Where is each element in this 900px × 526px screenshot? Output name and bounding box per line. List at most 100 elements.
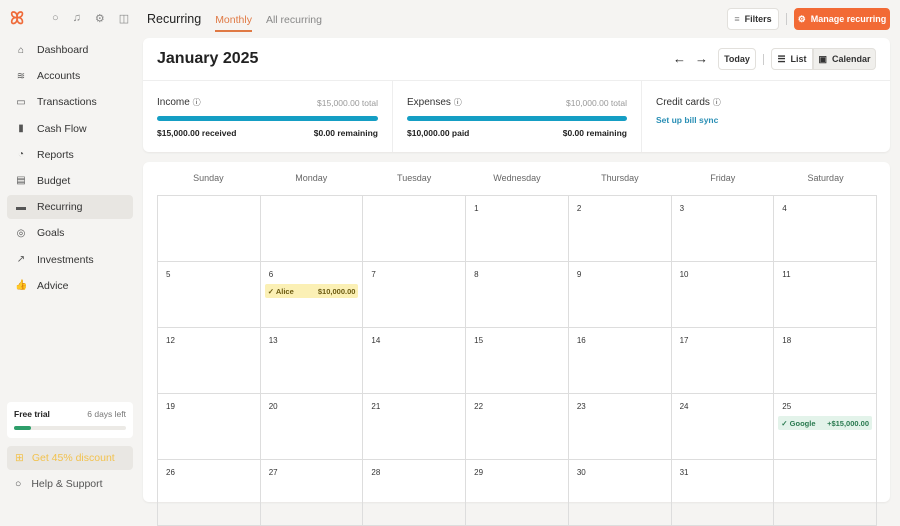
list-view-button[interactable]: ☰ List xyxy=(771,48,813,70)
sidebar-item-reports[interactable]: ◔ Reports xyxy=(7,143,133,167)
day-cell[interactable] xyxy=(774,460,877,526)
info-icon[interactable]: ⓘ xyxy=(193,98,201,107)
day-number: 9 xyxy=(576,270,582,279)
bell-icon[interactable]: ♫ xyxy=(73,12,81,25)
day-cell[interactable]: 13 xyxy=(260,328,364,394)
income-progress xyxy=(157,116,378,121)
day-number: 20 xyxy=(268,402,278,411)
card-icon: ▭ xyxy=(16,96,26,108)
sidebar-item-transactions[interactable]: ▭ Transactions xyxy=(7,90,133,114)
check-icon: ✓ xyxy=(781,418,788,428)
sidebar-item-budget[interactable]: ▤ Budget xyxy=(7,169,133,193)
day-cell[interactable]: 14 xyxy=(363,328,467,394)
target-icon: ◎ xyxy=(16,227,26,239)
day-cell[interactable]: 26 xyxy=(158,460,261,526)
income-total: $15,000.00 total xyxy=(317,97,378,108)
trial-days: 6 days left xyxy=(87,409,126,419)
day-cell[interactable]: 31 xyxy=(671,460,775,526)
home-icon: ⌂ xyxy=(17,44,25,56)
day-cell[interactable]: 16 xyxy=(568,328,672,394)
weekday-header: Friday xyxy=(710,173,736,183)
day-cell[interactable]: 15 xyxy=(466,328,569,394)
day-cell[interactable]: 11 xyxy=(774,262,877,328)
day-cell[interactable]: 18 xyxy=(774,328,877,394)
expenses-remaining: $0.00 remaining xyxy=(562,128,627,138)
search-icon[interactable]: ○ xyxy=(52,12,59,25)
bar-chart-icon: ▮ xyxy=(18,123,24,135)
day-cell[interactable] xyxy=(260,196,364,262)
day-cell[interactable]: 20 xyxy=(260,394,364,460)
sidebar-item-investments[interactable]: ↗ Investments xyxy=(7,248,133,272)
day-cell[interactable]: 23 xyxy=(568,394,672,460)
day-cell[interactable]: 1 xyxy=(466,196,569,262)
weekday-header: Wednesday xyxy=(493,173,541,183)
day-cell[interactable]: 21 xyxy=(363,394,467,460)
day-cell[interactable]: 24 xyxy=(671,394,775,460)
day-number: 10 xyxy=(679,270,689,279)
tab-all-recurring[interactable]: All recurring xyxy=(266,14,322,30)
check-icon: ✓ xyxy=(267,286,274,296)
day-cell[interactable]: 28 xyxy=(363,460,467,526)
day-number: 13 xyxy=(268,336,278,345)
pie-chart-icon: ◔ xyxy=(17,149,25,161)
day-cell[interactable]: 2 xyxy=(568,196,672,262)
day-cell[interactable]: 17 xyxy=(671,328,775,394)
day-cell[interactable]: 5 xyxy=(158,262,261,328)
day-cell[interactable]: 19 xyxy=(158,394,261,460)
calendar-grid: 1 2 3 4 5 6 ✓ Alice $10,000.00 7 8 9 10 11 12 13 14 15 16… xyxy=(157,195,877,526)
prev-month-arrow-icon[interactable]: ← xyxy=(673,51,686,66)
expenses-progress xyxy=(407,116,627,121)
filter-icon: ≡ xyxy=(734,14,740,24)
day-number: 19 xyxy=(166,402,175,411)
weekday-header: Sunday xyxy=(193,173,224,183)
day-number: 6 xyxy=(268,270,274,279)
free-trial-card[interactable]: Free trial 6 days left xyxy=(7,402,133,438)
next-month-arrow-icon[interactable]: → xyxy=(695,51,708,66)
help-support[interactable]: ○ Help & Support xyxy=(15,478,103,490)
day-cell[interactable]: 29 xyxy=(466,460,569,526)
sidebar-item-advice[interactable]: 👍 Advice xyxy=(7,274,133,298)
day-number: 21 xyxy=(371,402,381,411)
day-cell[interactable]: 10 xyxy=(671,262,775,328)
tab-monthly[interactable]: Monthly xyxy=(215,14,252,32)
bill-sync-link[interactable]: Set up bill sync xyxy=(656,115,876,125)
sidebar-item-dashboard[interactable]: ⌂ Dashboard xyxy=(7,38,133,62)
day-number: 23 xyxy=(576,402,586,411)
day-cell[interactable] xyxy=(363,196,467,262)
day-cell[interactable]: 3 xyxy=(671,196,775,262)
day-number: 31 xyxy=(679,468,689,477)
recurring-event[interactable]: ✓ Alice $10,000.00 xyxy=(264,284,359,298)
today-button[interactable]: Today xyxy=(718,48,756,70)
logo-icon[interactable]: ꕤ xyxy=(10,10,28,28)
filters-button[interactable]: ≡ Filters xyxy=(727,8,779,30)
day-cell[interactable]: 12 xyxy=(158,328,261,394)
day-number: 25 xyxy=(782,402,792,411)
day-cell[interactable]: 6 ✓ Alice $10,000.00 xyxy=(260,262,364,328)
day-cell[interactable]: 22 xyxy=(466,394,569,460)
info-icon[interactable]: ⓘ xyxy=(454,98,462,107)
sidebar-item-goals[interactable]: ◎ Goals xyxy=(7,221,133,245)
sidebar-item-recurring[interactable]: ▬ Recurring xyxy=(7,195,133,220)
day-cell[interactable]: 4 xyxy=(774,196,877,262)
sidebar-toggle-icon[interactable]: ◫ xyxy=(119,12,129,25)
sidebar-item-label: Advice xyxy=(37,279,69,292)
calendar-view-button[interactable]: ▣ Calendar xyxy=(813,48,876,70)
day-cell[interactable]: 30 xyxy=(568,460,672,526)
day-cell[interactable]: 27 xyxy=(260,460,364,526)
info-icon[interactable]: ⓘ xyxy=(713,98,721,107)
discount-button[interactable]: ⊞ Get 45% discount xyxy=(7,446,133,470)
day-cell[interactable] xyxy=(158,196,261,262)
list-icon: ☰ xyxy=(777,53,786,64)
gear-icon[interactable]: ⚙ xyxy=(95,12,105,25)
day-cell[interactable]: 7 xyxy=(363,262,467,328)
day-cell[interactable]: 9 xyxy=(568,262,672,328)
manage-recurring-button[interactable]: ⚙ Manage recurring xyxy=(794,8,890,30)
day-cell[interactable]: 25 ✓ Google +$15,000.00 xyxy=(774,394,877,460)
sidebar-item-cash-flow[interactable]: ▮ Cash Flow xyxy=(7,117,133,141)
recurring-event[interactable]: ✓ Google +$15,000.00 xyxy=(778,416,872,430)
sidebar-item-accounts[interactable]: ≋ Accounts xyxy=(7,64,133,88)
event-amount: $10,000.00 xyxy=(317,286,356,296)
day-cell[interactable]: 8 xyxy=(466,262,569,328)
help-icon: ○ xyxy=(15,478,22,490)
income-received: $15,000.00 received xyxy=(157,128,237,138)
